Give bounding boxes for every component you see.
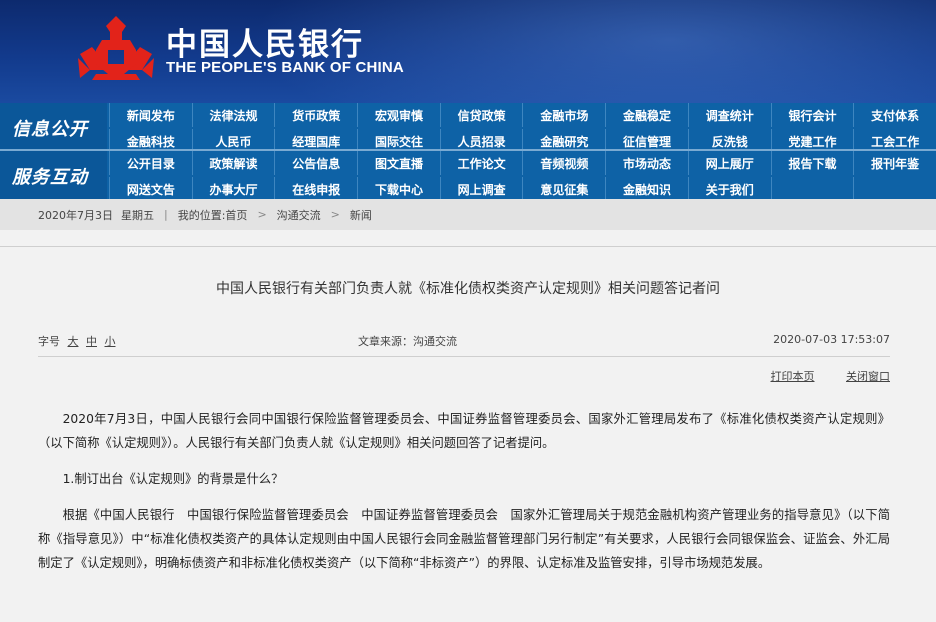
- article-panel: 中国人民银行有关部门负责人就《标准化债权类资产认定规则》相关问题答记者问 字号 …: [0, 246, 936, 622]
- nav-item[interactable]: 法律法规: [191, 103, 275, 127]
- nav-item[interactable]: 报告下载: [770, 151, 854, 175]
- close-window-link[interactable]: 关闭窗口: [846, 370, 890, 383]
- article-body: 2020年7月3日，中国人民银行会同中国银行保险监督管理委员会、中国证券监督管理…: [38, 407, 890, 587]
- nav-item-empty: [770, 177, 854, 201]
- nav-item[interactable]: 网上展厅: [687, 151, 771, 175]
- article-question: 1.制订出台《认定规则》的背景是什么？: [62, 472, 284, 486]
- site-header: 中国人民银行 THE PEOPLE'S BANK OF CHINA: [0, 0, 936, 103]
- breadcrumb: 2020年7月3日 星期五 | 我的位置:首页 > 沟通交流 > 新闻: [0, 199, 936, 230]
- nav-item[interactable]: 银行会计: [770, 103, 854, 127]
- article-tools: 打印本页 关闭窗口: [743, 368, 891, 384]
- nav-item-empty: [853, 177, 936, 201]
- font-size-controls: 字号 大 中 小: [38, 333, 116, 349]
- nav-item[interactable]: 金融市场: [522, 103, 605, 127]
- nav-item[interactable]: 在线申报: [274, 177, 357, 201]
- pboc-emblem-icon[interactable]: [78, 14, 154, 82]
- nav-tag-service-interaction[interactable]: 服务互动: [0, 151, 107, 201]
- nav-item[interactable]: 公告信息: [274, 151, 357, 175]
- nav-item[interactable]: 支付体系: [853, 103, 936, 127]
- nav-item[interactable]: 新闻发布: [109, 103, 192, 127]
- breadcrumb-separator: |: [164, 208, 168, 221]
- nav-item[interactable]: 图文直播: [357, 151, 440, 175]
- nav-item[interactable]: 金融知识: [605, 177, 688, 201]
- nav-item[interactable]: 政策解读: [191, 151, 275, 175]
- article-meta: 字号 大 中 小 文章来源：沟通交流 2020-07-03 17:53:07: [38, 333, 890, 351]
- breadcrumb-separator: >: [257, 208, 267, 221]
- font-size-label: 字号: [38, 335, 60, 348]
- print-page-link[interactable]: 打印本页: [771, 370, 815, 383]
- nav-item[interactable]: 报刊年鉴: [853, 151, 936, 175]
- nav-item[interactable]: 下载中心: [357, 177, 440, 201]
- font-medium-button[interactable]: 中: [86, 335, 97, 348]
- breadcrumb-level2-link[interactable]: 新闻: [350, 207, 372, 223]
- article-paragraph: 根据《中国人民银行 中国银行保险监督管理委员会 中国证券监督管理委员会 国家外汇…: [38, 508, 890, 570]
- nav-item[interactable]: 调查统计: [687, 103, 771, 127]
- nav-tag-info-disclosure[interactable]: 信息公开: [0, 103, 107, 153]
- meta-divider: [38, 356, 890, 357]
- breadcrumb-level1-link[interactable]: 沟通交流: [277, 207, 321, 223]
- font-large-button[interactable]: 大: [68, 335, 79, 348]
- nav-item[interactable]: 网上调查: [439, 177, 523, 201]
- nav-item[interactable]: 工作论文: [439, 151, 523, 175]
- bank-name-english: THE PEOPLE'S BANK OF CHINA: [166, 59, 404, 76]
- nav-item[interactable]: 信贷政策: [439, 103, 523, 127]
- nav-info-disclosure: 信息公开 新闻发布 法律法规 货币政策 宏观审慎 信贷政策 金融市场 金融稳定 调查统计 银行会…: [0, 103, 936, 153]
- nav-item[interactable]: 办事大厅: [191, 177, 275, 201]
- breadcrumb-home-link[interactable]: 我的位置:首页: [178, 207, 248, 223]
- nav-item[interactable]: 意见征集: [522, 177, 605, 201]
- nav-grid-service: 公开目录 政策解读 公告信息 图文直播 工作论文 音频视频 市场动态 网上展厅 报告下载 报刊年鉴…: [109, 151, 936, 201]
- article-title: 中国人民银行有关部门负责人就《标准化债权类资产认定规则》相关问题答记者问: [216, 281, 720, 297]
- nav-item[interactable]: 网送文告: [109, 177, 192, 201]
- nav-item[interactable]: 市场动态: [605, 151, 688, 175]
- nav-grid-info: 新闻发布 法律法规 货币政策 宏观审慎 信贷政策 金融市场 金融稳定 调查统计 银行会计 支付体系…: [109, 103, 936, 153]
- nav-service-interaction: 服务互动 公开目录 政策解读 公告信息 图文直播 工作论文 音频视频 市场动态 网上展厅 报告下…: [0, 151, 936, 201]
- article-source: 文章来源：沟通交流: [358, 335, 457, 348]
- font-small-button[interactable]: 小: [105, 335, 116, 348]
- breadcrumb-separator: >: [330, 208, 340, 221]
- nav-item[interactable]: 金融稳定: [605, 103, 688, 127]
- article-paragraph: 2020年7月3日，中国人民银行会同中国银行保险监督管理委员会、中国证券监督管理…: [38, 412, 890, 450]
- nav-item[interactable]: 宏观审慎: [357, 103, 440, 127]
- nav-item[interactable]: 关于我们: [687, 177, 771, 201]
- nav-item[interactable]: 货币政策: [274, 103, 357, 127]
- nav-item[interactable]: 音频视频: [522, 151, 605, 175]
- bank-name-chinese: 中国人民银行: [166, 27, 364, 63]
- breadcrumb-weekday: 星期五: [121, 208, 154, 222]
- article-timestamp: 2020-07-03 17:53:07: [773, 333, 890, 346]
- breadcrumb-date: 2020年7月3日: [38, 208, 113, 222]
- nav-item[interactable]: 公开目录: [109, 151, 192, 175]
